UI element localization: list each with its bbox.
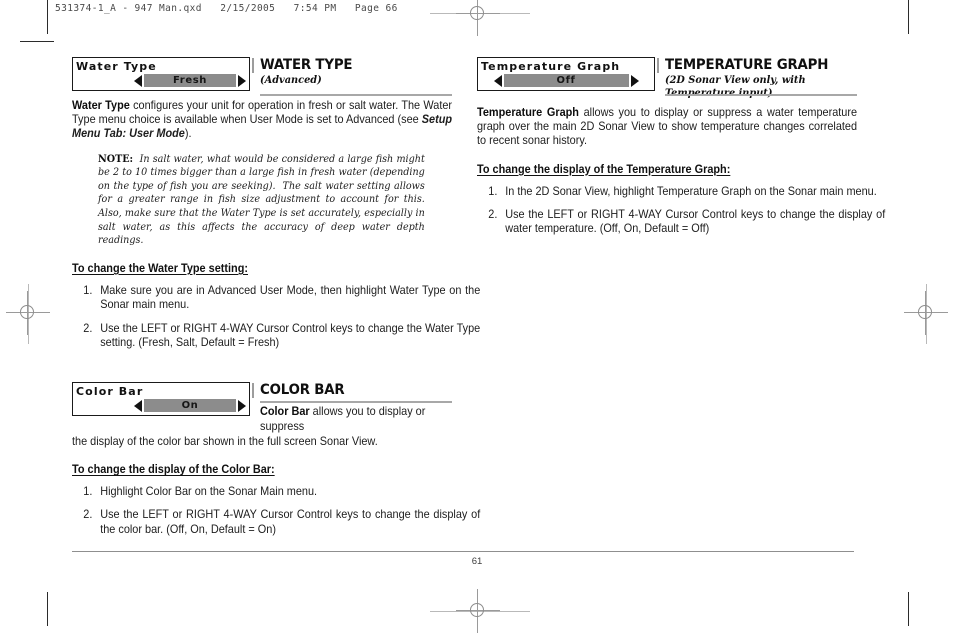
- right-column: Temperature Graph Off TEMPERATURE GRAPH …: [477, 57, 885, 246]
- heading-rule: [260, 94, 452, 96]
- list-item: 1. Highlight Color Bar on the Sonar Main…: [72, 485, 480, 499]
- menu-widget-slider[interactable]: Off: [481, 74, 651, 87]
- triangle-right-icon[interactable]: [630, 74, 639, 87]
- section-body: Temperature Graph allows you to display …: [477, 106, 858, 148]
- section-color-bar: Color Bar On COLOR BAR Color Bar allows …: [72, 382, 480, 537]
- page-number: 61: [471, 556, 483, 567]
- section-heading: WATER TYPE: [260, 57, 353, 73]
- section-heading: COLOR BAR: [260, 382, 345, 399]
- section-header: Water Type Fresh WATER TYPE (Advanced): [72, 57, 452, 96]
- menu-widget-water-type[interactable]: Water Type Fresh: [72, 57, 250, 91]
- section-temperature-graph: Temperature Graph Off TEMPERATURE GRAPH …: [477, 57, 885, 237]
- section-header: Color Bar On COLOR BAR Color Bar allows …: [72, 382, 452, 433]
- triangle-right-icon[interactable]: [238, 74, 246, 87]
- step-text: In the 2D Sonar View, highlight Temperat…: [505, 184, 877, 198]
- section-subtitle: (Advanced): [260, 74, 322, 86]
- menu-widget-value: On: [144, 399, 236, 413]
- menu-widget-slider[interactable]: On: [76, 399, 246, 413]
- step-number: 2.: [83, 321, 93, 335]
- triangle-right-icon[interactable]: [238, 399, 246, 412]
- footer-rule: [72, 551, 854, 552]
- howto-heading: To change the Water Type setting:: [72, 261, 249, 275]
- list-item: 2. Use the LEFT or RIGHT 4-WAY Cursor Co…: [477, 208, 885, 237]
- heading-rule: [260, 401, 452, 404]
- section-subtitle: (2D Sonar View only, with Temperature in…: [665, 74, 806, 99]
- step-number: 1.: [83, 283, 93, 297]
- step-number: 1.: [488, 184, 498, 198]
- heading-tick: [252, 58, 254, 73]
- section-body: Color Bar allows you to display or suppr…: [260, 405, 426, 433]
- list-item: 1. Make sure you are in Advanced User Mo…: [72, 284, 480, 313]
- heading-tick: [657, 58, 659, 73]
- triangle-left-icon[interactable]: [134, 74, 142, 87]
- step-text: Use the LEFT or RIGHT 4-WAY Cursor Contr…: [100, 508, 481, 536]
- menu-widget-label: Temperature Graph: [481, 60, 621, 73]
- step-number: 1.: [83, 485, 93, 498]
- heading-rule: [665, 94, 857, 96]
- page-content: Water Type Fresh WATER TYPE (Advanced) W…: [0, 0, 954, 626]
- section-body: Water Type configures your unit for oper…: [72, 99, 453, 141]
- menu-widget-value: Fresh: [144, 74, 236, 87]
- menu-widget-temperature-graph[interactable]: Temperature Graph Off: [477, 57, 655, 91]
- menu-widget-label: Water Type: [76, 60, 157, 73]
- section-heading: TEMPERATURE GRAPH: [665, 57, 829, 73]
- triangle-left-icon[interactable]: [493, 74, 502, 87]
- menu-widget-label: Color Bar: [76, 385, 144, 399]
- step-list: 1. Highlight Color Bar on the Sonar Main…: [72, 485, 480, 537]
- heading-block: WATER TYPE (Advanced): [252, 57, 452, 93]
- note-block: NOTE: In salt water, what would be consi…: [98, 153, 425, 247]
- triangle-left-icon[interactable]: [134, 399, 142, 412]
- menu-widget-slider[interactable]: Fresh: [76, 74, 246, 87]
- step-list: 1. In the 2D Sonar View, highlight Tempe…: [477, 185, 885, 237]
- step-list: 1. Make sure you are in Advanced User Mo…: [72, 284, 480, 351]
- left-column: Water Type Fresh WATER TYPE (Advanced) W…: [72, 57, 480, 546]
- section-water-type: Water Type Fresh WATER TYPE (Advanced) W…: [72, 57, 480, 351]
- howto-heading: To change the display of the Temperature…: [477, 162, 731, 176]
- list-item: 2. Use the LEFT or RIGHT 4-WAY Cursor Co…: [72, 508, 480, 537]
- step-text: Make sure you are in Advanced User Mode,…: [100, 283, 481, 312]
- menu-widget-color-bar[interactable]: Color Bar On: [72, 382, 250, 417]
- section-header: Temperature Graph Off TEMPERATURE GRAPH …: [477, 57, 857, 100]
- step-number: 2.: [83, 508, 93, 522]
- step-text: Use the LEFT or RIGHT 4-WAY Cursor Contr…: [100, 321, 481, 349]
- step-text: Highlight Color Bar on the Sonar Main me…: [100, 485, 318, 498]
- howto-heading: To change the display of the Color Bar:: [72, 463, 275, 476]
- step-number: 2.: [488, 208, 498, 222]
- section-body-continued: the display of the color bar shown in th…: [72, 434, 378, 448]
- list-item: 1. In the 2D Sonar View, highlight Tempe…: [477, 185, 885, 199]
- heading-block: COLOR BAR Color Bar allows you to displa…: [252, 382, 452, 433]
- list-item: 2. Use the LEFT or RIGHT 4-WAY Cursor Co…: [72, 322, 480, 351]
- menu-widget-value: Off: [503, 74, 629, 87]
- heading-tick: [252, 383, 254, 399]
- step-text: Use the LEFT or RIGHT 4-WAY Cursor Contr…: [505, 208, 886, 236]
